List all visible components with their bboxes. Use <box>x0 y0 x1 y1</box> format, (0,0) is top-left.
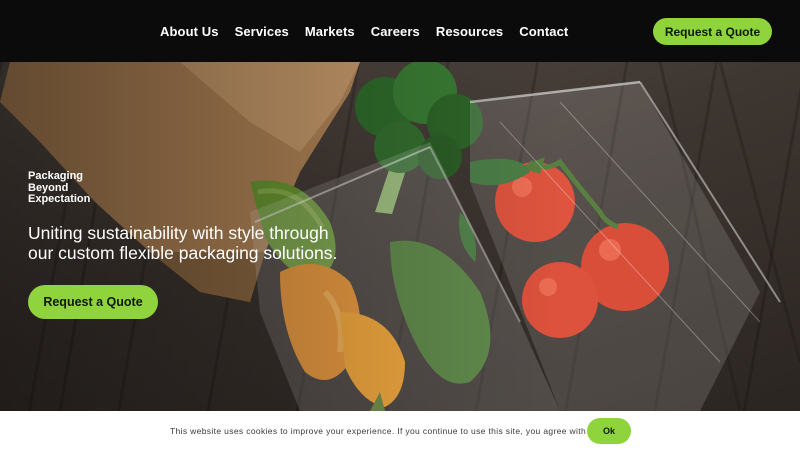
subheading-line: Uniting sustainability with style throug… <box>28 223 329 243</box>
tagline-line: Expectation <box>28 193 91 205</box>
nav-markets[interactable]: Markets <box>305 24 355 39</box>
cookie-banner: This website uses cookies to improve you… <box>0 411 800 450</box>
hero-subheading: Uniting sustainability with style throug… <box>28 223 358 263</box>
site-header: About Us Services Markets Careers Resour… <box>0 0 800 62</box>
request-quote-hero-button[interactable]: Request a Quote <box>28 285 158 319</box>
nav-resources[interactable]: Resources <box>436 24 503 39</box>
main-nav: About Us Services Markets Careers Resour… <box>160 0 568 62</box>
tagline-line: Packaging <box>28 170 84 182</box>
hero-section: Packaging Beyond Expectation Uniting sus… <box>0 62 800 411</box>
nav-contact[interactable]: Contact <box>519 24 568 39</box>
cookie-message: This website uses cookies to improve you… <box>170 425 597 436</box>
request-quote-header-button[interactable]: Request a Quote <box>653 18 772 45</box>
hero-tagline: Packaging Beyond Expectation <box>28 170 148 206</box>
nav-services[interactable]: Services <box>235 24 289 39</box>
nav-about-us[interactable]: About Us <box>160 24 219 39</box>
nav-careers[interactable]: Careers <box>371 24 420 39</box>
cookie-ok-button[interactable]: Ok <box>587 418 631 444</box>
subheading-line: our custom flexible packaging solutions. <box>28 242 338 263</box>
